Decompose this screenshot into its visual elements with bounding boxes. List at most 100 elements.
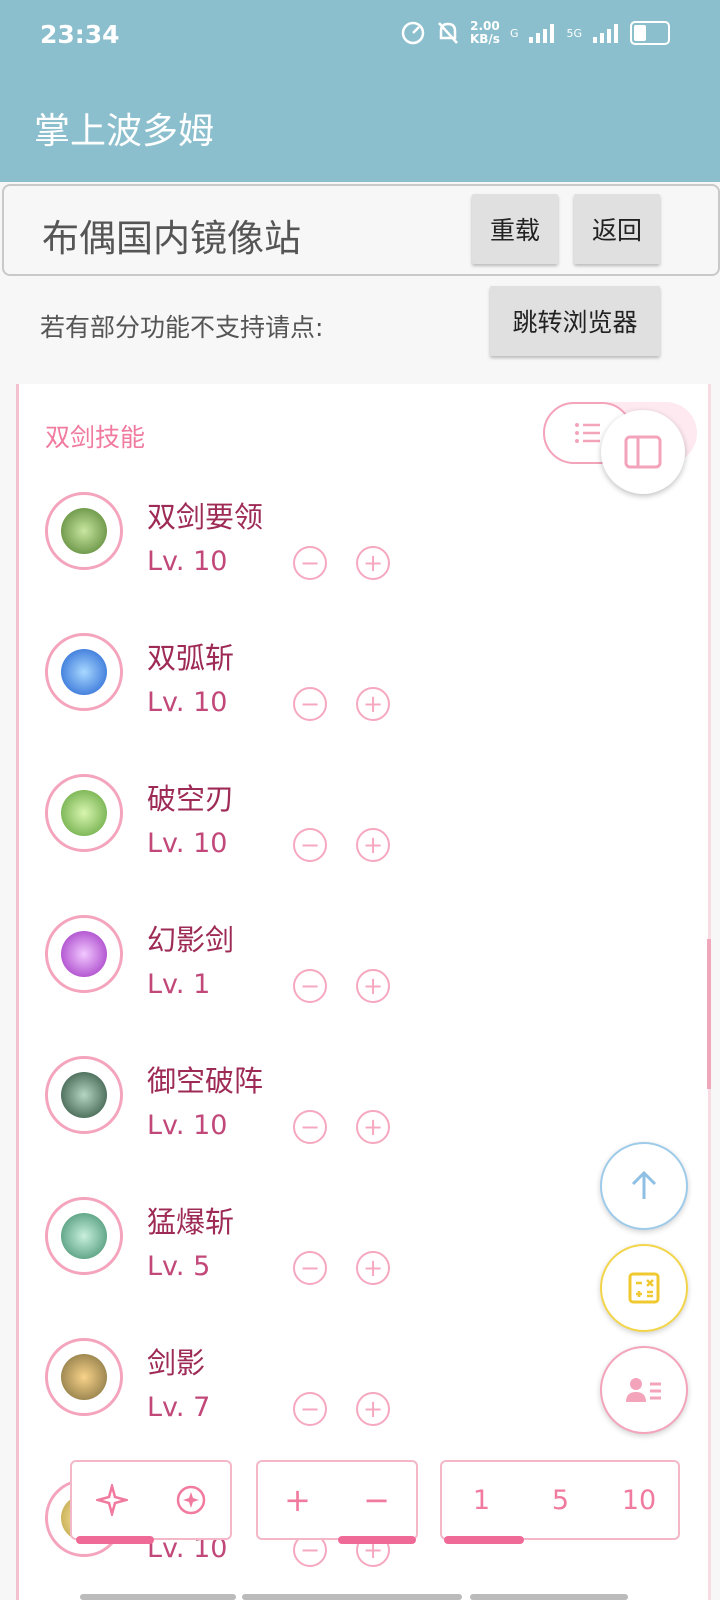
status-bar: 23:34 2.00 KB/s G 5G — [0, 0, 720, 74]
increase-level-button[interactable]: + — [356, 546, 390, 580]
bottom-control-bar: + − 1 5 10 — [0, 1460, 720, 1600]
arrow-up-icon — [631, 1170, 657, 1199]
active-indicator — [444, 1536, 524, 1544]
system-icons: 2.00 KB/s G 5G — [400, 20, 670, 46]
skill-name: 剑影 — [147, 1346, 206, 1380]
arc-slash-icon — [61, 649, 107, 695]
skill-row: 双剑要领 Lv. 10 − + — [43, 492, 683, 612]
app-title: 掌上波多姆 — [34, 111, 215, 152]
decrease-level-button[interactable]: − — [293, 546, 327, 580]
mirror-site-bar: 布偶国内镜像站 重载 返回 — [2, 184, 720, 276]
skill-panel[interactable]: 双剑技能 双剑要领 Lv. 10 − + 双弧斩 Lv. 10 − + 破空刃 … — [16, 384, 711, 1600]
battery-icon — [630, 21, 670, 45]
sword-shadow-icon — [61, 1354, 107, 1400]
target-sparkle-icon — [176, 1485, 205, 1515]
network-speed-unit: KB/s — [469, 32, 500, 46]
calculator-icon — [628, 1272, 660, 1304]
nav-indicator — [80, 1594, 236, 1600]
minus-mode-button[interactable]: − — [337, 1462, 416, 1538]
skill-icon — [45, 915, 123, 993]
decrease-level-button[interactable]: − — [293, 687, 327, 721]
skill-level: Lv. 5 — [147, 1251, 211, 1282]
view-toggle[interactable] — [543, 402, 697, 494]
decrease-level-button[interactable]: − — [293, 1251, 327, 1285]
skill-name: 御空破阵 — [147, 1064, 264, 1098]
site-name: 布偶国内镜像站 — [42, 217, 301, 260]
signal-5g-icon — [593, 24, 618, 43]
skill-row: 双弧斩 Lv. 10 − + — [43, 633, 683, 753]
step-5-button[interactable]: 5 — [521, 1462, 600, 1538]
profile-button[interactable] — [600, 1346, 688, 1434]
open-browser-button[interactable]: 跳转浏览器 — [490, 286, 660, 356]
decrease-level-button[interactable]: − — [293, 1392, 327, 1426]
section-title: 双剑技能 — [45, 423, 146, 452]
skill-icon — [45, 492, 123, 570]
sparkle-mode-button[interactable] — [72, 1462, 151, 1538]
scroll-to-top-button[interactable] — [600, 1142, 688, 1230]
scroll-thumb[interactable] — [707, 939, 711, 1089]
skill-name: 幻影剑 — [147, 923, 235, 957]
increase-level-button[interactable]: + — [356, 1110, 390, 1144]
increase-level-button[interactable]: + — [356, 828, 390, 862]
increase-level-button[interactable]: + — [356, 969, 390, 1003]
skill-name: 双弧斩 — [147, 641, 235, 675]
skill-icon — [45, 1056, 123, 1134]
plus-mode-button[interactable]: + — [258, 1462, 337, 1538]
burst-slash-icon — [61, 1213, 107, 1259]
active-indicator — [338, 1536, 416, 1544]
hint-text: 若有部分功能不支持请点: — [40, 313, 324, 342]
network-speed: 2.00 KB/s — [470, 20, 500, 46]
sparkle-icon — [95, 1484, 128, 1516]
decrease-level-button[interactable]: − — [293, 828, 327, 862]
step-1-button[interactable]: 1 — [442, 1462, 521, 1538]
mute-bell-icon — [438, 22, 458, 44]
skill-name: 双剑要领 — [147, 500, 264, 534]
list-icon — [575, 423, 600, 443]
skill-row: 幻影剑 Lv. 1 − + — [43, 915, 683, 1035]
target-mode-button[interactable] — [151, 1462, 230, 1538]
skill-level: Lv. 10 — [147, 687, 228, 718]
skill-icon — [45, 774, 123, 852]
increase-level-button[interactable]: + — [356, 1392, 390, 1426]
shield-formation-icon — [61, 1072, 107, 1118]
nav-indicator — [470, 1594, 628, 1600]
skill-row: 剑影 Lv. 7 − + — [43, 1338, 683, 1458]
nav-indicator — [242, 1594, 462, 1600]
skill-name: 猛爆斩 — [147, 1205, 235, 1239]
skill-level: Lv. 7 — [147, 1392, 211, 1423]
decrease-level-button[interactable]: − — [293, 1110, 327, 1144]
sidebar-panel-icon — [624, 435, 662, 469]
net-label-5g: 5G — [566, 26, 582, 40]
skill-icon — [45, 1338, 123, 1416]
profile-card-icon — [626, 1378, 661, 1402]
mode-segment — [70, 1460, 232, 1544]
decrease-level-button[interactable]: − — [293, 969, 327, 1003]
skill-name: 破空刃 — [147, 782, 235, 816]
app-bar: 掌上波多姆 — [0, 74, 720, 182]
active-indicator — [76, 1536, 154, 1544]
skill-icon — [45, 633, 123, 711]
skill-icon — [45, 1197, 123, 1275]
clock: 23:34 — [40, 20, 120, 49]
reload-button[interactable]: 重载 — [472, 194, 558, 264]
net-label-g: G — [509, 26, 519, 40]
sky-blade-icon — [61, 790, 107, 836]
panel-view-button[interactable] — [601, 410, 685, 494]
increase-level-button[interactable]: + — [356, 1251, 390, 1285]
phantom-skull-icon — [61, 931, 107, 977]
skill-level: Lv. 1 — [147, 969, 211, 1000]
skill-row: 御空破阵 Lv. 10 − + — [43, 1056, 683, 1176]
back-button[interactable]: 返回 — [574, 194, 660, 264]
increase-level-button[interactable]: + — [356, 687, 390, 721]
step-segment: 1 5 10 — [440, 1460, 680, 1544]
signal-icon — [529, 24, 555, 43]
step-10-button[interactable]: 10 — [600, 1462, 678, 1538]
skill-level: Lv. 10 — [147, 1110, 228, 1141]
skill-level: Lv. 10 — [147, 546, 228, 577]
direction-segment: + − — [256, 1460, 418, 1544]
speedometer-icon — [401, 21, 425, 45]
calculator-button[interactable] — [600, 1244, 688, 1332]
skill-row: 猛爆斩 Lv. 5 − + — [43, 1197, 683, 1317]
skill-row: 破空刃 Lv. 10 − + — [43, 774, 683, 894]
crossed-swords-icon — [61, 508, 107, 554]
